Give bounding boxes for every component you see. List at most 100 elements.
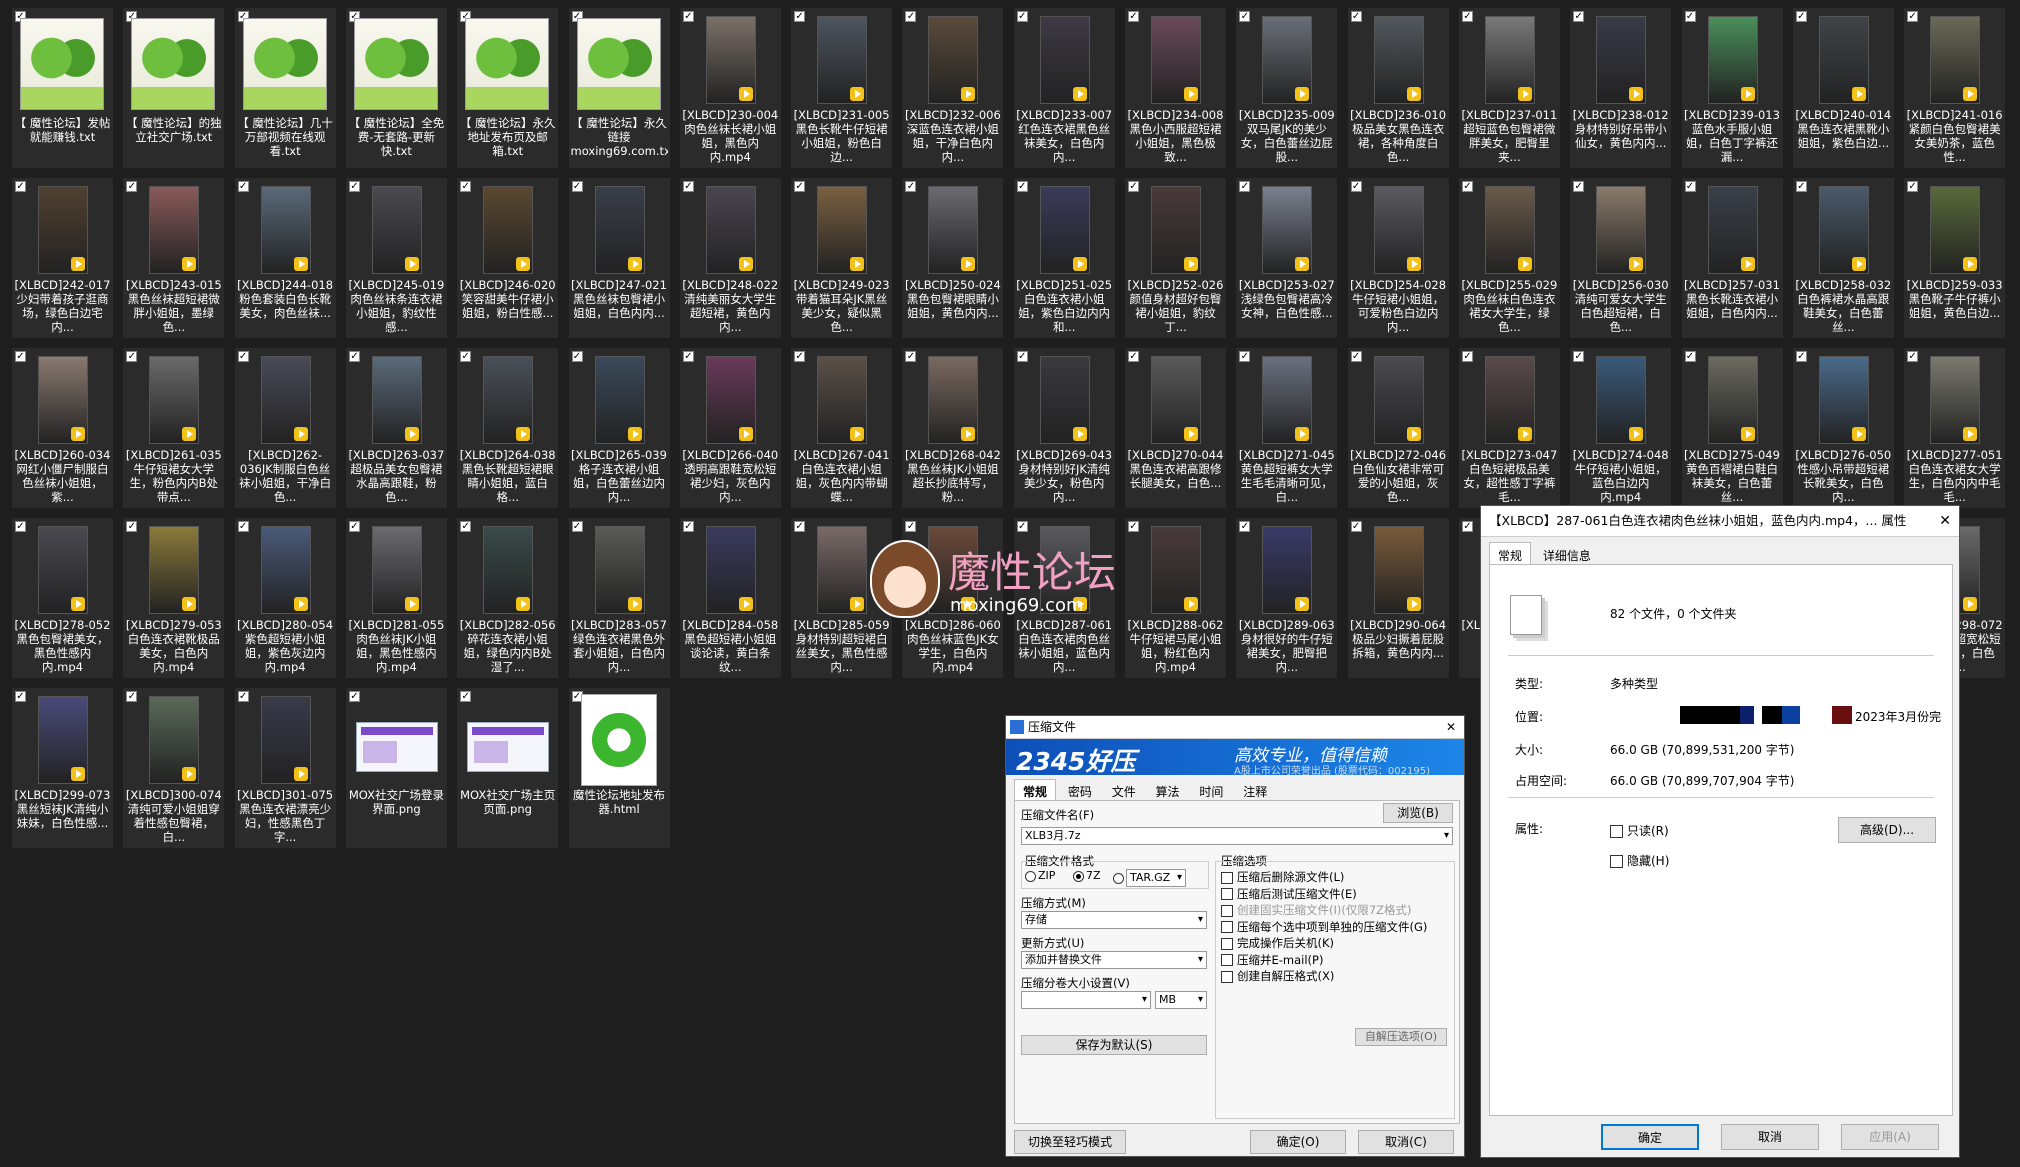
browse-button[interactable]: 浏览(B): [1383, 803, 1453, 823]
select-checkbox[interactable]: ✓: [905, 11, 917, 22]
file-item[interactable]: ✓ MOX社交广场登录界面.png: [345, 688, 447, 848]
select-checkbox[interactable]: ✓: [571, 351, 583, 362]
file-item[interactable]: ✓ [XLBCD]232-006深蓝色连衣裙小姐姐，干净白色内内...: [902, 8, 1004, 168]
select-checkbox[interactable]: ✓: [682, 181, 694, 192]
file-item[interactable]: ✓ [XLBCD]248-022清纯美丽女大学生超短裙，黄色内内...: [679, 178, 781, 338]
file-item[interactable]: ✓ [XLBCD]236-010极品美女黑色连衣裙，各种角度白色...: [1347, 8, 1449, 168]
file-item[interactable]: ✓ [XLBCD]231-005黑色长靴牛仔短裙小姐姐，粉色白边...: [791, 8, 893, 168]
file-item[interactable]: ✓ [XLBCD]252-026颜值身材超好包臀裙小姐姐，豹纹丁...: [1125, 178, 1226, 338]
select-checkbox[interactable]: ✓: [348, 691, 360, 702]
select-checkbox[interactable]: ✓: [1795, 351, 1807, 362]
file-item[interactable]: ✓ [XLBCD]281-055肉色丝袜JK小姐姐，黑色性感内内.mp4: [345, 518, 447, 678]
file-item[interactable]: ✓ [XLBCD]272-046白色仙女裙非常可爱的小姐姐，灰色...: [1347, 348, 1449, 508]
select-checkbox[interactable]: ✓: [794, 181, 806, 192]
method-select[interactable]: 存储: [1021, 911, 1207, 929]
file-item[interactable]: ✓ [XLBCD]268-042黑色丝袜JK小姐姐超长抄底特写，粉...: [902, 348, 1004, 508]
select-checkbox[interactable]: ✓: [1239, 11, 1251, 22]
select-checkbox[interactable]: ✓: [1239, 521, 1251, 532]
select-checkbox[interactable]: ✓: [126, 521, 138, 532]
select-checkbox[interactable]: ✓: [1573, 351, 1585, 362]
file-item[interactable]: ✓ [XLBCD]273-047白色短裙极品美女，超性感丁字裤毛...: [1458, 348, 1560, 508]
compress-option-checkbox[interactable]: 完成操作后关机(K): [1221, 935, 1334, 951]
select-checkbox[interactable]: ✓: [348, 351, 360, 362]
file-item[interactable]: ✓ [XLBCD]275-049黄色百褶裙白鞋白袜美女，白色蕾丝...: [1681, 348, 1783, 508]
light-mode-button[interactable]: 切换至轻巧模式: [1014, 1130, 1126, 1154]
select-checkbox[interactable]: ✓: [1128, 351, 1139, 362]
select-checkbox[interactable]: ✓: [1795, 11, 1807, 22]
file-item[interactable]: ✓ [XLBCD]265-039格子连衣裙小姐姐，白色蕾丝边内内...: [568, 348, 670, 508]
select-checkbox[interactable]: ✓: [15, 521, 26, 532]
select-checkbox[interactable]: ✓: [905, 521, 917, 532]
file-item[interactable]: ✓ 【 魔性论坛】的独立社交广场.txt: [123, 8, 225, 168]
select-checkbox[interactable]: ✓: [1128, 181, 1139, 192]
file-item[interactable]: ✓ [XLBCD]237-011超短蓝色包臀裙微胖美女，肥臀里夹...: [1458, 8, 1560, 168]
compress-option-checkbox[interactable]: 创建固实压缩文件(I)(仅限7Z格式): [1221, 902, 1412, 918]
select-checkbox[interactable]: ✓: [1684, 11, 1696, 22]
file-item[interactable]: ✓ [XLBCD]301-075黑色连衣裙漂亮少妇，性感黑色丁字...: [234, 688, 336, 848]
sfx-options-button[interactable]: 自解压选项(O): [1355, 1028, 1447, 1046]
file-item[interactable]: ✓ [XLBCD]233-007红色连衣裙黑色丝袜美女，白色内内...: [1013, 8, 1115, 168]
select-checkbox[interactable]: ✓: [348, 521, 360, 532]
select-checkbox[interactable]: ✓: [460, 181, 472, 192]
select-checkbox[interactable]: ✓: [460, 351, 472, 362]
file-item[interactable]: ✓ 【 魔性论坛】几十万部视频在线观看.txt: [234, 8, 336, 168]
file-item[interactable]: ✓ [XLBCD]253-027浅绿色包臀裙高冷女神，白色性感...: [1236, 178, 1338, 338]
file-item[interactable]: ✓ [XLBCD]259-033黑色靴子牛仔裤小姐姐，黄色白边...: [1904, 178, 2006, 338]
file-item[interactable]: ✓ [XLBCD]238-012身材特别好吊带小仙女，黄色内内...: [1570, 8, 1672, 168]
file-item[interactable]: ✓ [XLBCD]270-044 黑色连衣裙高跟修长腿美女，白色...: [1125, 348, 1226, 508]
file-item[interactable]: ✓ [XLBCD]251-025白色连衣裙小姐姐，紫色白边内内和...: [1013, 178, 1115, 338]
select-checkbox[interactable]: ✓: [682, 11, 694, 22]
format-zip-radio[interactable]: ZIP: [1025, 869, 1055, 882]
select-checkbox[interactable]: ✓: [15, 181, 26, 192]
select-checkbox[interactable]: ✓: [237, 181, 249, 192]
file-item[interactable]: ✓ [XLBCD]260-034网红小僵尸制服白色丝袜小姐姐，紫...: [12, 348, 113, 508]
file-item[interactable]: ✓ [XLBCD]283-057绿色连衣裙黑色外套小姐姐，白色内内...: [568, 518, 670, 678]
select-checkbox[interactable]: ✓: [460, 691, 472, 702]
file-item[interactable]: ✓ [XLBCD]254-028牛仔短裙小姐姐，可爱粉色白边内内...: [1347, 178, 1449, 338]
select-checkbox[interactable]: ✓: [1350, 351, 1362, 362]
cancel-button[interactable]: 取消: [1721, 1124, 1819, 1150]
select-checkbox[interactable]: ✓: [15, 351, 26, 362]
select-checkbox[interactable]: ✓: [1573, 11, 1585, 22]
select-checkbox[interactable]: ✓: [1016, 11, 1028, 22]
file-item[interactable]: ✓ [XLBCD]246-020笑容甜美牛仔裙小姐姐，粉白性感...: [457, 178, 559, 338]
file-item[interactable]: ✓ [XLBCD]277-051白色连衣裙女大学生，白色内内中毛毛...: [1904, 348, 2006, 508]
select-checkbox[interactable]: ✓: [1016, 181, 1028, 192]
select-checkbox[interactable]: ✓: [1128, 11, 1139, 22]
file-item[interactable]: ✓ [XLBCD]262-036JK制服白色丝袜小姐姐，干净白色...: [234, 348, 336, 508]
select-checkbox[interactable]: ✓: [571, 181, 583, 192]
file-item[interactable]: ✓ [XLBCD]279-053白色连衣裙靴极品美女，白色内内.mp4: [123, 518, 225, 678]
select-checkbox[interactable]: ✓: [682, 351, 694, 362]
select-checkbox[interactable]: ✓: [237, 351, 249, 362]
file-item[interactable]: ✓ [XLBCD]242-017少妇带着孩子逛商场，绿色白边宅内...: [12, 178, 113, 338]
select-checkbox[interactable]: ✓: [1795, 181, 1807, 192]
select-checkbox[interactable]: ✓: [1239, 351, 1251, 362]
select-checkbox[interactable]: ✓: [1684, 351, 1696, 362]
select-checkbox[interactable]: ✓: [905, 351, 917, 362]
select-checkbox[interactable]: ✓: [1128, 521, 1139, 532]
select-checkbox[interactable]: ✓: [237, 691, 249, 702]
file-item[interactable]: ✓ [XLBCD]264-038黑色长靴超短裙眼睛小姐姐，蓝白格...: [457, 348, 559, 508]
compress-option-checkbox[interactable]: 压缩并E-mail(P): [1221, 952, 1323, 968]
select-checkbox[interactable]: ✓: [682, 521, 694, 532]
split-size-select[interactable]: [1021, 991, 1151, 1009]
file-item[interactable]: ✓ [XLBCD]263-037超极品美女包臀裙水晶高跟鞋，粉色...: [345, 348, 447, 508]
file-item[interactable]: ✓ [XLBCD]278-052黑色包臀裙美女，黑色性感内内.mp4: [12, 518, 113, 678]
select-checkbox[interactable]: ✓: [237, 521, 249, 532]
compress-option-checkbox[interactable]: 压缩每个选中项到单独的压缩文件(G): [1221, 919, 1427, 935]
file-item[interactable]: ✓ [XLBCD]240-014黑色连衣裙黑靴小姐姐，紫色白边...: [1792, 8, 1894, 168]
file-item[interactable]: ✓ [XLBCD]267-041白色连衣裙小姐姐，灰色内内带蝴蝶...: [791, 348, 893, 508]
file-item[interactable]: ✓ [XLBCD]299-073黑丝短袜JK清纯小妹妹，白色性感...: [12, 688, 113, 848]
close-icon[interactable]: ✕: [1939, 506, 1951, 536]
select-checkbox[interactable]: ✓: [1907, 11, 1919, 22]
select-checkbox[interactable]: ✓: [1573, 181, 1585, 192]
file-item[interactable]: ✓ [XLBCD]258-032白色裤裙水晶高跟鞋美女，白色蕾丝...: [1792, 178, 1894, 338]
select-checkbox[interactable]: ✓: [1907, 351, 1919, 362]
file-item[interactable]: ✓ 【 魔性论坛】全免费-无套路-更新快.txt: [345, 8, 447, 168]
file-item[interactable]: ✓ [XLBCD]257-031黑色长靴连衣裙小姐姐，白色内内...: [1681, 178, 1783, 338]
select-checkbox[interactable]: ✓: [1350, 181, 1362, 192]
file-item[interactable]: ✓ [XLBCD]235-009双马尾JK的美少女，白色蕾丝边屁股...: [1236, 8, 1338, 168]
select-checkbox[interactable]: ✓: [794, 351, 806, 362]
format-7z-radio[interactable]: 7Z: [1073, 869, 1101, 882]
file-item[interactable]: ✓ [XLBCD]280-054紫色超短裙小姐姐，紫色灰边内内.mp4: [234, 518, 336, 678]
